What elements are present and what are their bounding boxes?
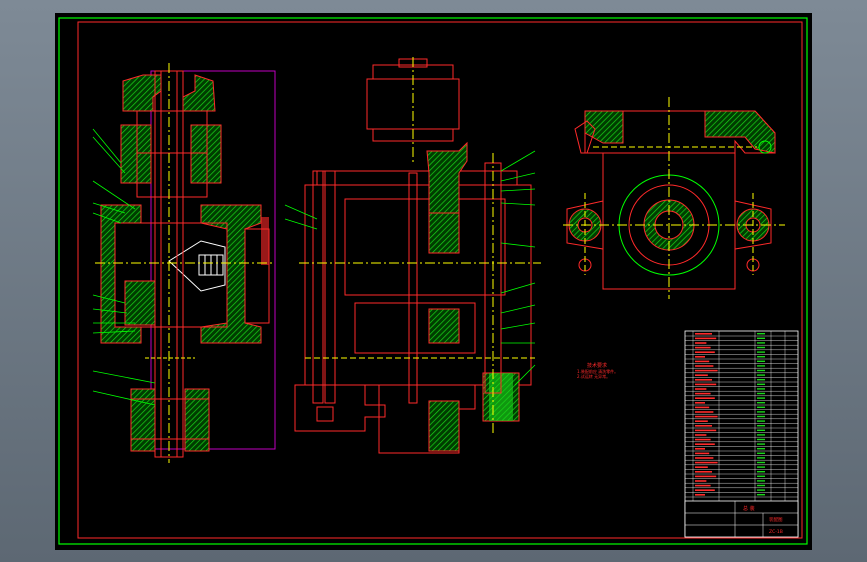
technical-notes: 技术要求 1.装配前应 清洗零件。 2.试运转 无异常。 <box>577 362 618 379</box>
title-block-number: ZC-1B <box>769 529 783 535</box>
title-block-title: 总 装 <box>743 505 755 512</box>
cad-drawing: 技术要求 1.装配前应 清洗零件。 2.试运转 无异常。 总 装 装配图 ZC-… <box>58 17 808 545</box>
tech-notes-heading: 技术要求 <box>587 362 607 369</box>
title-block: 总 装 装配图 ZC-1B <box>684 500 799 538</box>
middle-front-view <box>284 57 541 454</box>
title-block-sheet: 装配图 <box>769 516 783 523</box>
left-section-view <box>92 63 276 463</box>
tech-note-line-2: 2.试运转 无异常。 <box>577 373 610 379</box>
cad-viewport[interactable]: 技术要求 1.装配前应 清洗零件。 2.试运转 无异常。 总 装 装配图 ZC-… <box>55 13 812 550</box>
right-side-view <box>563 97 785 299</box>
